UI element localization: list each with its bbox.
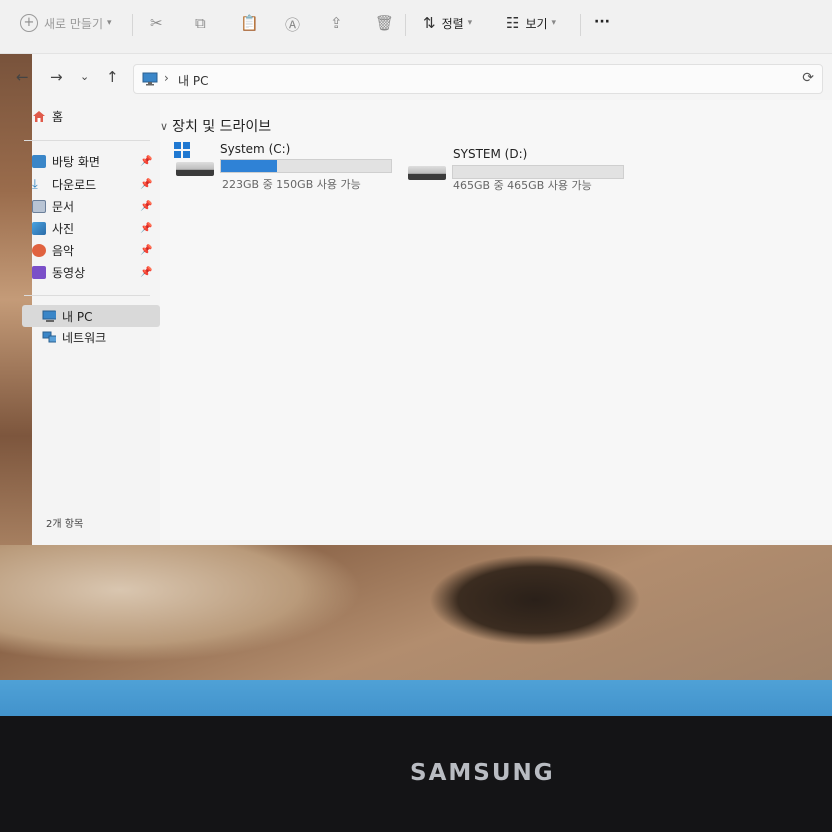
sort-button-label: 정렬 bbox=[441, 16, 464, 31]
sidebar-item-label: 홈 bbox=[52, 109, 64, 124]
download-icon: ⤓ bbox=[32, 176, 38, 192]
new-button-label: 새로 만들기 bbox=[44, 16, 104, 31]
sidebar-item-label: 문서 bbox=[52, 199, 75, 214]
music-icon bbox=[32, 243, 46, 257]
sort-button[interactable]: ⇅ 정렬 ▾ bbox=[423, 14, 472, 32]
drive-usage-bar bbox=[220, 159, 392, 173]
recent-locations-chevron-icon[interactable]: ⌄ bbox=[80, 70, 89, 83]
rename-button[interactable]: Ⓐ bbox=[285, 14, 300, 35]
clipboard-icon: 📋 bbox=[240, 14, 259, 32]
sidebar-item-downloads[interactable]: ⤓ 다운로드 bbox=[32, 174, 96, 194]
view-button-label: 보기 bbox=[525, 16, 548, 31]
sidebar-item-pictures[interactable]: 사진 bbox=[32, 218, 74, 238]
sidebar-item-label: 다운로드 bbox=[52, 177, 97, 192]
sidebar-item-music[interactable]: 음악 bbox=[32, 240, 74, 260]
refresh-icon[interactable]: ⟳ bbox=[802, 70, 814, 86]
share-button[interactable]: ⇪ bbox=[330, 14, 343, 32]
chevron-down-icon: ▾ bbox=[551, 18, 557, 28]
chevron-down-icon: ▾ bbox=[467, 18, 473, 28]
navigation-bar: ← → ⌄ ↑ › 내 PC ⟳ bbox=[0, 60, 832, 96]
pin-icon[interactable]: 📌 bbox=[140, 267, 152, 278]
pin-icon[interactable]: 📌 bbox=[140, 156, 152, 167]
document-icon bbox=[32, 199, 46, 213]
pin-icon[interactable]: 📌 bbox=[140, 245, 152, 256]
sidebar-item-label: 내 PC bbox=[62, 309, 93, 324]
address-bar[interactable]: › 내 PC ⟳ bbox=[133, 64, 823, 94]
sidebar-item-label: 바탕 화면 bbox=[52, 154, 100, 169]
drive-name: SYSTEM (D:) bbox=[453, 147, 528, 161]
pictures-icon bbox=[32, 221, 46, 235]
drive-size-text: 223GB 중 150GB 사용 가능 bbox=[222, 178, 361, 191]
forward-arrow-icon[interactable]: → bbox=[50, 68, 63, 86]
copy-icon: ⧉ bbox=[195, 14, 206, 32]
scissors-icon: ✂ bbox=[150, 14, 163, 32]
trash-icon: 🗑 bbox=[375, 14, 395, 32]
hard-drive-icon bbox=[408, 166, 446, 180]
drive-usage-fill bbox=[221, 160, 278, 172]
sidebar-item-videos[interactable]: 동영상 bbox=[32, 262, 85, 282]
file-explorer-window: + 새로 만들기 ▾ ✂ ⧉ 📋 Ⓐ ⇪ 🗑 ⇅ 정렬 ▾ ☷ 보기 ▾ ···… bbox=[0, 0, 832, 545]
sidebar-item-label: 음악 bbox=[52, 243, 75, 258]
toolbar-divider bbox=[132, 14, 133, 36]
back-arrow-icon[interactable]: ← bbox=[16, 68, 29, 86]
copy-button[interactable]: ⧉ bbox=[195, 14, 206, 32]
toolbar-divider bbox=[405, 14, 406, 36]
delete-button[interactable]: 🗑 bbox=[375, 14, 394, 32]
network-icon bbox=[42, 331, 56, 342]
sidebar-item-label: 사진 bbox=[52, 221, 75, 236]
desktop-icon bbox=[32, 154, 46, 168]
rename-icon: Ⓐ bbox=[285, 16, 301, 34]
sidebar-item-home[interactable]: 홈 bbox=[32, 106, 63, 126]
plus-icon: + bbox=[20, 14, 38, 32]
status-bar-item-count: 2개 항목 bbox=[46, 519, 84, 530]
sidebar-divider bbox=[24, 295, 150, 296]
monitor-icon bbox=[142, 72, 158, 86]
command-bar: + 새로 만들기 ▾ ✂ ⧉ 📋 Ⓐ ⇪ 🗑 ⇅ 정렬 ▾ ☷ 보기 ▾ ··· bbox=[0, 0, 832, 54]
sidebar-item-desktop[interactable]: 바탕 화면 bbox=[32, 151, 100, 171]
new-button[interactable]: + 새로 만들기 ▾ bbox=[20, 14, 112, 32]
sidebar-item-label: 동영상 bbox=[52, 265, 86, 280]
sidebar-item-label: 네트워크 bbox=[62, 330, 107, 345]
view-icon: ☷ bbox=[506, 14, 520, 32]
navigation-pane: 홈 바탕 화면 📌 ⤓ 다운로드 📌 문서 📌 사진 📌 음악 📌 동영상 📌 … bbox=[20, 100, 160, 540]
chevron-down-icon: ▾ bbox=[107, 18, 112, 28]
windows-logo-icon bbox=[174, 142, 190, 158]
share-icon: ⇪ bbox=[330, 14, 343, 32]
breadcrumb-chevron-icon: › bbox=[164, 71, 169, 85]
drive-size-text: 465GB 중 465GB 사용 가능 bbox=[453, 179, 592, 192]
sidebar-item-network[interactable]: 네트워크 bbox=[42, 327, 106, 347]
toolbar-divider bbox=[580, 14, 581, 36]
pin-icon[interactable]: 📌 bbox=[140, 201, 152, 212]
cut-button[interactable]: ✂ bbox=[150, 14, 163, 32]
file-list-pane: ∨ 장치 및 드라이브 System (C:) 223GB 중 150GB 사용… bbox=[160, 100, 832, 540]
chevron-down-icon: ∨ bbox=[160, 119, 169, 133]
pin-icon[interactable]: 📌 bbox=[140, 223, 152, 234]
up-arrow-icon[interactable]: ↑ bbox=[106, 68, 119, 86]
view-button[interactable]: ☷ 보기 ▾ bbox=[506, 14, 556, 32]
monitor-icon bbox=[42, 310, 56, 322]
home-icon bbox=[33, 110, 45, 122]
brand-logo: SAMSUNG bbox=[410, 760, 555, 786]
drive-name: System (C:) bbox=[220, 142, 291, 156]
section-header-devices-drives[interactable]: ∨ 장치 및 드라이브 bbox=[160, 116, 271, 136]
pin-icon[interactable]: 📌 bbox=[140, 179, 152, 190]
sort-icon: ⇅ bbox=[423, 14, 436, 32]
section-title: 장치 및 드라이브 bbox=[172, 119, 272, 135]
more-options-button[interactable]: ··· bbox=[594, 14, 610, 30]
breadcrumb-this-pc[interactable]: 내 PC bbox=[178, 72, 208, 89]
video-icon bbox=[32, 265, 46, 279]
sidebar-divider bbox=[24, 140, 150, 141]
hard-drive-icon bbox=[176, 162, 214, 176]
sidebar-item-this-pc[interactable]: 내 PC bbox=[42, 306, 92, 326]
paste-button[interactable]: 📋 bbox=[240, 14, 259, 32]
sidebar-item-documents[interactable]: 문서 bbox=[32, 196, 74, 216]
